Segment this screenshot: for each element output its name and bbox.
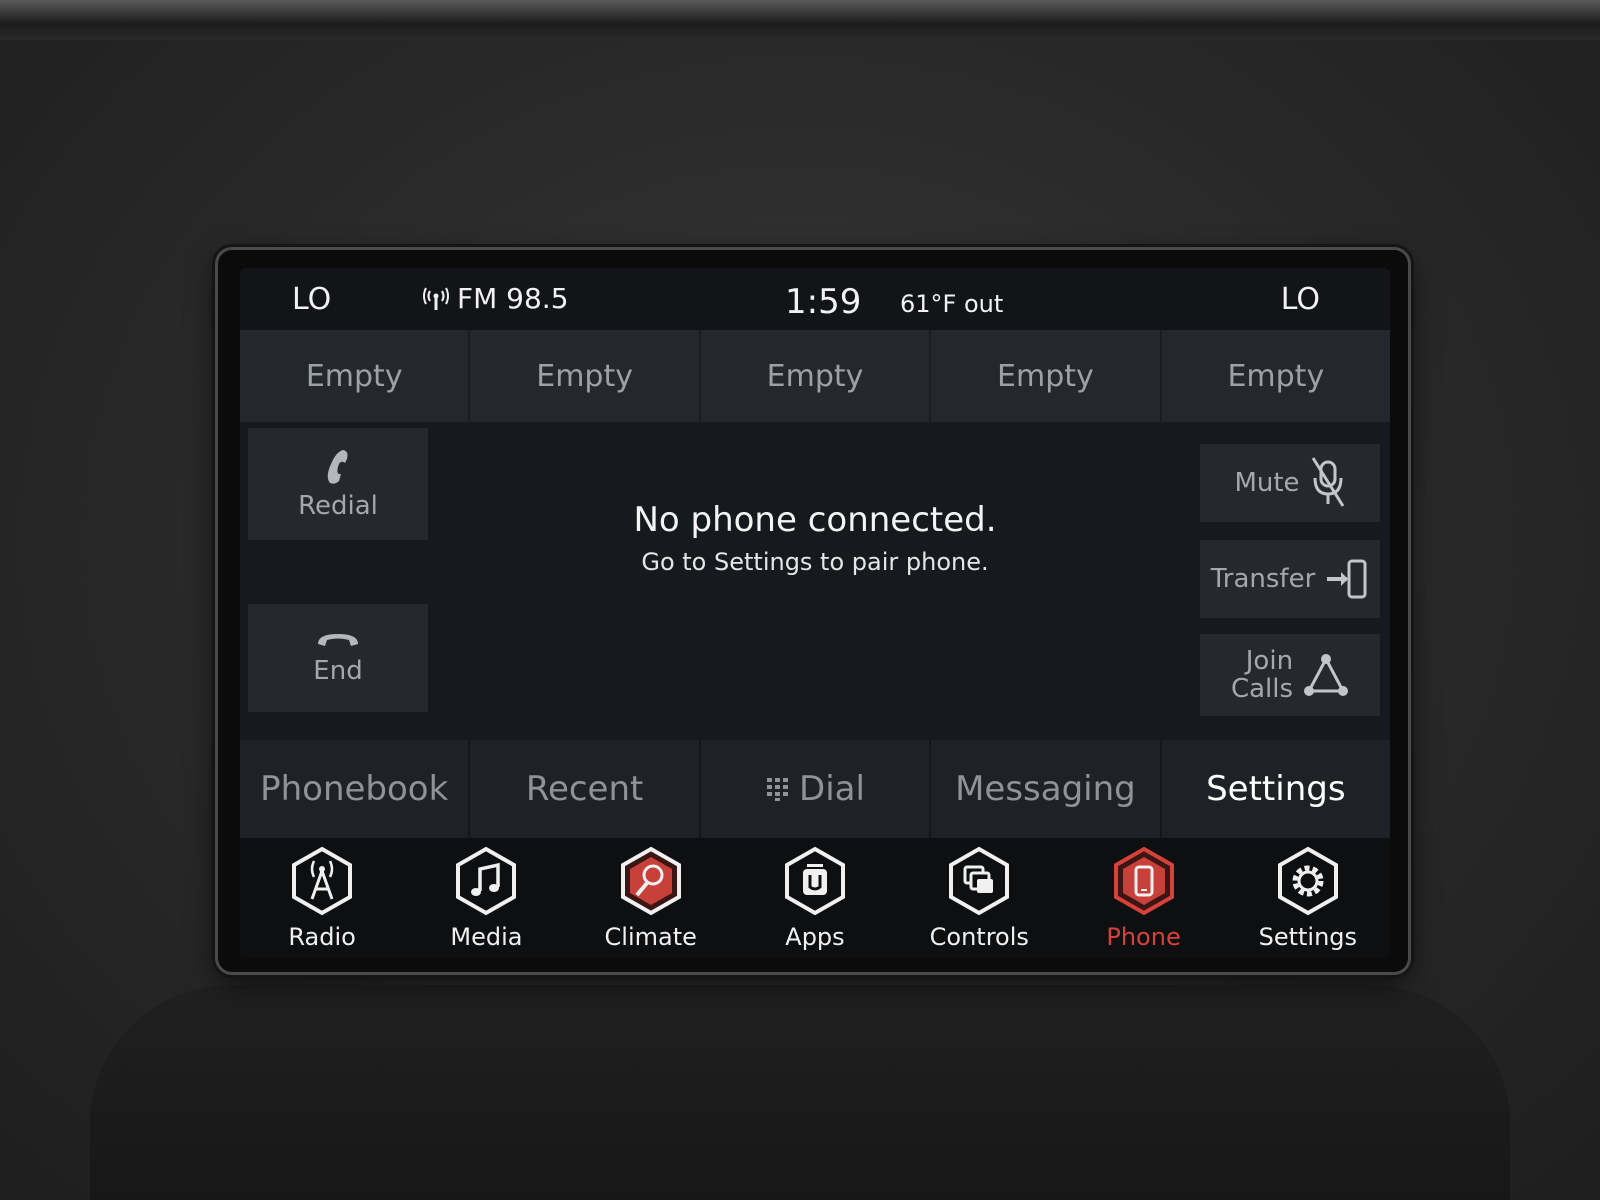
radio-station-label: FM 98.5 bbox=[457, 282, 569, 315]
nav-climate-label: Climate bbox=[604, 923, 697, 951]
hang-up-icon bbox=[318, 634, 358, 646]
right-climate-zone[interactable]: LO bbox=[1281, 282, 1320, 317]
main-nav-bar: Radio Media Climate Apps Controls Phone … bbox=[240, 838, 1390, 958]
dialpad-icon bbox=[767, 778, 789, 801]
nav-climate[interactable]: Climate bbox=[569, 838, 733, 958]
left-climate-zone[interactable]: LO bbox=[292, 282, 331, 317]
phone-main-area: Redial End No phone connected. Go to Set… bbox=[240, 422, 1390, 740]
end-label: End bbox=[313, 656, 363, 686]
radio-tower-icon bbox=[292, 846, 353, 916]
apps-icon bbox=[784, 846, 845, 916]
outside-temperature: 61°F out bbox=[900, 290, 1004, 318]
tab-settings[interactable]: Settings bbox=[1162, 740, 1390, 838]
favorite-slot-5[interactable]: Empty bbox=[1162, 330, 1390, 422]
status-bar: LO FM 98.5 1:59 61°F out LO bbox=[240, 268, 1390, 330]
nav-radio[interactable]: Radio bbox=[240, 838, 404, 958]
nav-media-label: Media bbox=[450, 923, 523, 951]
favorite-slot-1[interactable]: Empty bbox=[240, 330, 471, 422]
end-call-button[interactable]: End bbox=[248, 604, 428, 712]
gear-icon bbox=[1277, 846, 1338, 916]
mute-button[interactable]: Mute bbox=[1200, 444, 1380, 522]
climate-icon bbox=[620, 846, 681, 916]
mute-mic-icon bbox=[1311, 457, 1344, 507]
clock: 1:59 bbox=[785, 282, 862, 322]
nav-settings[interactable]: Settings bbox=[1226, 838, 1390, 958]
favorites-row: Empty Empty Empty Empty Empty bbox=[240, 330, 1390, 422]
nav-apps[interactable]: Apps bbox=[733, 838, 897, 958]
signal-icon bbox=[423, 287, 449, 310]
phone-icon bbox=[1113, 846, 1174, 916]
nav-controls-label: Controls bbox=[929, 923, 1029, 951]
transfer-button[interactable]: Transfer bbox=[1200, 540, 1380, 618]
handset-icon bbox=[327, 450, 348, 484]
controls-icon bbox=[949, 846, 1010, 916]
tab-phonebook[interactable]: Phonebook bbox=[240, 740, 471, 838]
nav-radio-label: Radio bbox=[288, 923, 356, 951]
merge-calls-icon bbox=[1304, 654, 1349, 696]
nav-phone-label: Phone bbox=[1106, 923, 1181, 951]
dashboard-panel bbox=[90, 985, 1510, 1200]
tab-dial[interactable]: Dial bbox=[701, 740, 932, 838]
dashboard-trim bbox=[0, 0, 1600, 40]
nav-phone[interactable]: Phone bbox=[1061, 838, 1225, 958]
nav-settings-label: Settings bbox=[1258, 923, 1358, 951]
infotainment-screen: LO FM 98.5 1:59 61°F out LO Empty Empty … bbox=[240, 268, 1390, 958]
music-note-icon bbox=[456, 846, 517, 916]
join-calls-label: Join Calls bbox=[1230, 646, 1294, 704]
nav-media[interactable]: Media bbox=[404, 838, 568, 958]
join-calls-button[interactable]: Join Calls bbox=[1200, 634, 1380, 716]
nav-controls[interactable]: Controls bbox=[897, 838, 1061, 958]
dial-label: Dial bbox=[799, 769, 865, 809]
favorite-slot-3[interactable]: Empty bbox=[701, 330, 932, 422]
tab-messaging[interactable]: Messaging bbox=[931, 740, 1162, 838]
tab-recent[interactable]: Recent bbox=[470, 740, 701, 838]
phone-tabs: Phonebook Recent Dial Messaging Settings bbox=[240, 740, 1390, 838]
favorite-slot-4[interactable]: Empty bbox=[931, 330, 1162, 422]
favorite-slot-2[interactable]: Empty bbox=[470, 330, 701, 422]
radio-status[interactable]: FM 98.5 bbox=[423, 282, 569, 315]
transfer-to-phone-icon bbox=[1327, 559, 1367, 599]
mute-label: Mute bbox=[1234, 468, 1300, 498]
nav-apps-label: Apps bbox=[785, 923, 845, 951]
transfer-label: Transfer bbox=[1210, 564, 1316, 594]
